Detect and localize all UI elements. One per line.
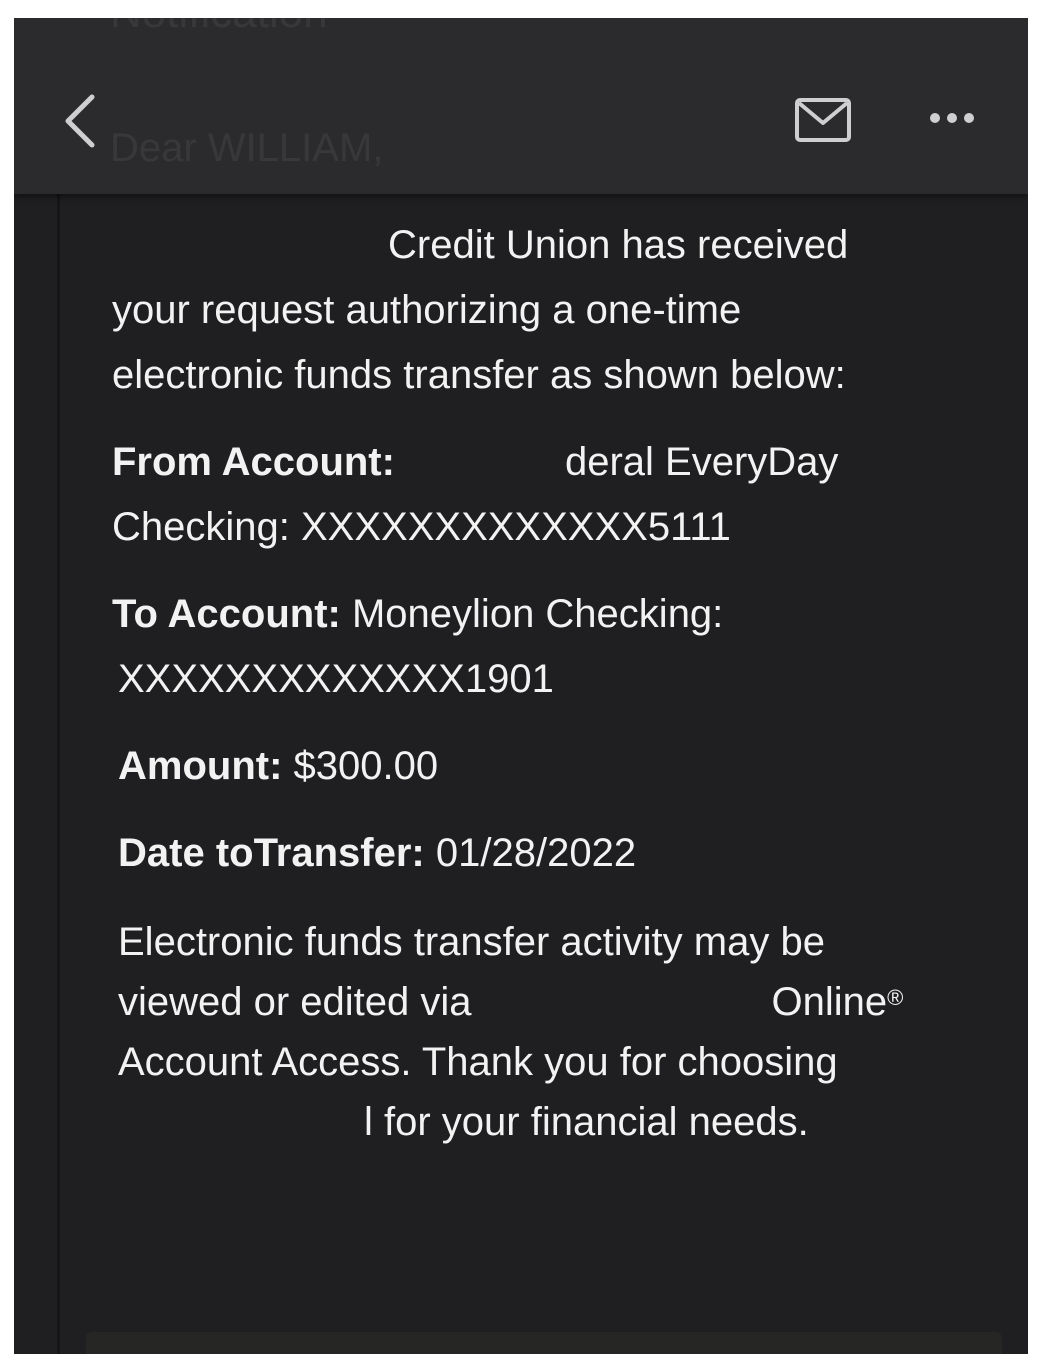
closing-line-3: Account Access. Thank you for choosing — [118, 1040, 838, 1084]
from-label: From Account: — [112, 440, 395, 484]
ghost-title: Notification — [110, 18, 328, 38]
amount-row: Amount: $300.00 — [112, 734, 992, 799]
intro-line-3: electronic funds transfer as shown below… — [112, 353, 846, 397]
chevron-left-icon — [65, 94, 95, 148]
intro-line-2: your request authorizing a one-time — [112, 288, 742, 332]
closing-line-2b: Online — [771, 980, 888, 1024]
ellipsis-icon — [930, 113, 974, 123]
email-body: Credit Union has received your request a… — [112, 213, 992, 1152]
to-label: To Account: — [112, 592, 341, 636]
from-value-1: deral EveryDay — [564, 440, 839, 484]
quote-rule — [57, 18, 60, 1354]
closing-paragraph: Electronic funds transfer activity may b… — [112, 912, 992, 1152]
bottom-toolbar-edge — [86, 1332, 1002, 1354]
ghost-greeting: Dear WILLIAM, — [110, 126, 384, 170]
amount-label: Amount: — [118, 744, 283, 788]
email-toolbar: Notification Dear WILLIAM, — [14, 18, 1028, 194]
email-screen: Notification Dear WILLIAM, Credit Union … — [14, 18, 1028, 1354]
more-button[interactable] — [922, 98, 982, 138]
from-value-2: Checking: XXXXXXXXXXXXX5111 — [112, 505, 731, 549]
to-value-1: Moneylion Checking: — [351, 592, 724, 636]
date-row: Date toTransfer: 01/28/2022 — [112, 821, 992, 886]
back-button[interactable] — [50, 86, 110, 156]
date-label: Date toTransfer: — [118, 831, 425, 875]
from-account: From Account: deral EveryDay Checking: XX… — [112, 430, 992, 560]
mail-button[interactable] — [788, 90, 858, 150]
closing-line-2a: viewed or edited via — [118, 980, 472, 1024]
date-value: 01/28/2022 — [435, 831, 637, 875]
envelope-icon — [795, 98, 851, 142]
to-value-2: XXXXXXXXXXXXX1901 — [118, 657, 554, 701]
intro-paragraph: Credit Union has received your request a… — [112, 213, 992, 408]
intro-line-1: Credit Union has received — [388, 223, 849, 267]
to-account: To Account: Moneylion Checking: XXXXXXXX… — [112, 582, 992, 712]
closing-line-4: l for your financial needs. — [364, 1100, 809, 1144]
closing-line-1: Electronic funds transfer activity may b… — [118, 920, 825, 964]
amount-value: $300.00 — [293, 744, 439, 788]
registered-mark: ® — [887, 985, 904, 1010]
